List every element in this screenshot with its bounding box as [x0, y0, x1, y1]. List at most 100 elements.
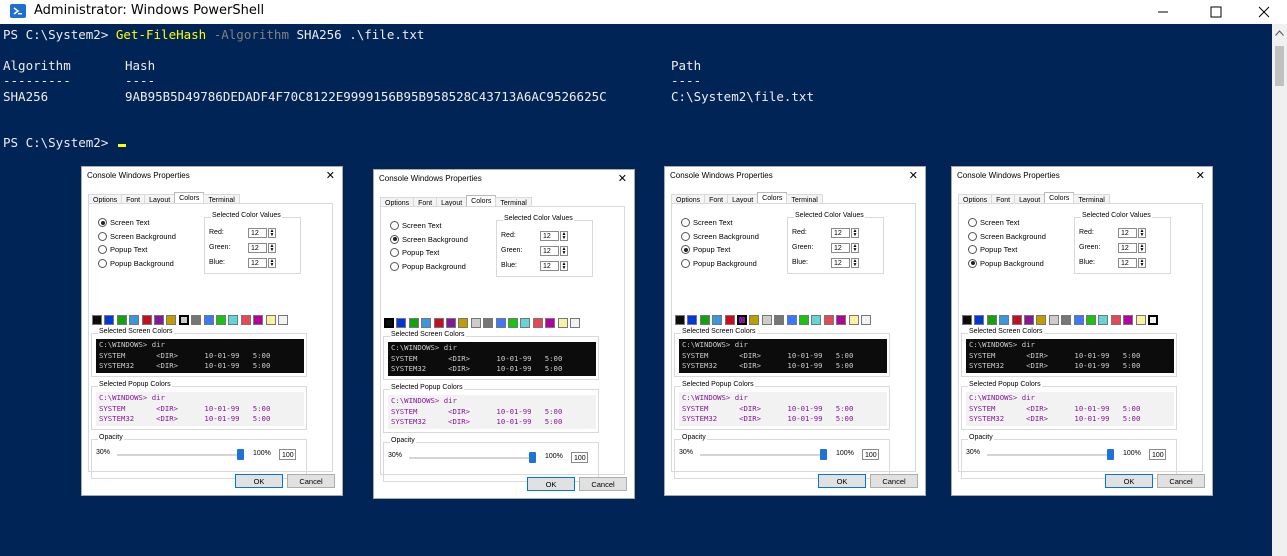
color-swatch[interactable]	[228, 315, 239, 325]
close-button[interactable]	[1241, 0, 1287, 24]
color-swatch[interactable]	[495, 318, 506, 328]
color-swatch[interactable]	[1098, 315, 1109, 325]
radio-button[interactable]	[968, 218, 977, 228]
rgb-spinner[interactable]: ▲ ▼	[851, 243, 859, 253]
rgb-spinner[interactable]: ▲ ▼	[851, 228, 859, 238]
rgb-spinner[interactable]: ▲ ▼	[851, 258, 859, 268]
color-swatch[interactable]	[848, 315, 859, 325]
radio-button[interactable]	[98, 258, 107, 268]
opacity-slider-thumb[interactable]	[820, 449, 827, 460]
radio-screen-text[interactable]: Screen Text	[98, 216, 176, 230]
color-swatch[interactable]	[962, 315, 972, 325]
radio-screen-background[interactable]: Screen Background	[681, 230, 759, 244]
ok-button[interactable]: OK	[235, 474, 283, 488]
color-swatch[interactable]	[724, 315, 735, 325]
radio-button[interactable]	[98, 218, 107, 228]
radio-popup-text[interactable]: Popup Text	[681, 243, 759, 257]
color-swatch[interactable]	[986, 315, 997, 325]
color-swatch[interactable]	[1011, 315, 1022, 325]
rgb-value-input[interactable]: 12	[1118, 243, 1137, 253]
maximize-button[interactable]	[1193, 0, 1239, 24]
color-swatch[interactable]	[1048, 315, 1059, 325]
opacity-slider-track[interactable]	[409, 457, 533, 459]
dialog-close-icon[interactable]: ✕	[909, 169, 918, 182]
color-swatch[interactable]	[1024, 315, 1034, 325]
ok-button[interactable]: OK	[818, 474, 866, 488]
cancel-button[interactable]: Cancel	[870, 474, 918, 488]
dialog-close-icon[interactable]: ✕	[326, 169, 335, 182]
color-swatch[interactable]	[240, 315, 251, 325]
color-swatch[interactable]	[761, 315, 772, 325]
color-swatch[interactable]	[129, 315, 140, 325]
color-swatch[interactable]	[1148, 315, 1158, 325]
color-swatch[interactable]	[191, 315, 202, 325]
rgb-spinner[interactable]: ▲ ▼	[560, 246, 568, 256]
color-swatch[interactable]	[178, 315, 189, 325]
color-swatch[interactable]	[974, 315, 985, 325]
radio-button[interactable]	[390, 234, 399, 244]
color-swatch[interactable]	[799, 315, 809, 325]
rgb-value-input[interactable]: 12	[248, 258, 267, 268]
rgb-spinner[interactable]: ▲ ▼	[560, 261, 568, 271]
color-swatch[interactable]	[532, 318, 543, 328]
color-swatch[interactable]	[1086, 315, 1096, 325]
color-swatch[interactable]	[749, 315, 760, 325]
ok-button[interactable]: OK	[527, 477, 575, 491]
minimize-button[interactable]	[1140, 0, 1186, 24]
color-swatch[interactable]	[737, 315, 747, 325]
color-swatch[interactable]	[458, 318, 469, 328]
color-swatch[interactable]	[278, 315, 288, 325]
radio-button[interactable]	[968, 231, 977, 241]
radio-button[interactable]	[681, 258, 690, 268]
radio-screen-text[interactable]: Screen Text	[681, 216, 759, 230]
radio-popup-text[interactable]: Popup Text	[968, 243, 1046, 257]
dialog-close-icon[interactable]: ✕	[1196, 169, 1205, 182]
color-swatch[interactable]	[557, 318, 568, 328]
rgb-spinner[interactable]: ▲ ▼	[1138, 243, 1146, 253]
dialog-close-icon[interactable]: ✕	[618, 172, 627, 185]
color-swatch[interactable]	[999, 315, 1010, 325]
color-swatch[interactable]	[774, 315, 785, 325]
radio-popup-text[interactable]: Popup Text	[98, 243, 176, 257]
color-swatch[interactable]	[104, 315, 115, 325]
color-swatch[interactable]	[166, 315, 177, 325]
radio-popup-background[interactable]: Popup Background	[968, 257, 1046, 271]
radio-screen-text[interactable]: Screen Text	[390, 219, 468, 233]
rgb-value-input[interactable]: 12	[540, 231, 559, 241]
color-swatch[interactable]	[433, 318, 444, 328]
cancel-button[interactable]: Cancel	[579, 477, 627, 491]
color-swatch[interactable]	[265, 315, 276, 325]
radio-popup-background[interactable]: Popup Background	[98, 257, 176, 271]
radio-button[interactable]	[98, 231, 107, 241]
rgb-value-input[interactable]: 12	[831, 258, 850, 268]
color-swatch[interactable]	[384, 318, 394, 328]
vertical-scrollbar[interactable]	[1272, 24, 1287, 556]
rgb-spinner[interactable]: ▲ ▼	[1138, 228, 1146, 238]
color-swatch[interactable]	[396, 318, 407, 328]
color-swatch[interactable]	[786, 315, 797, 325]
color-swatch[interactable]	[203, 315, 214, 325]
cancel-button[interactable]: Cancel	[1157, 474, 1205, 488]
rgb-spinner[interactable]: ▲ ▼	[268, 258, 276, 268]
color-swatch[interactable]	[253, 315, 264, 325]
rgb-spinner[interactable]: ▲ ▼	[1138, 258, 1146, 268]
color-swatch[interactable]	[687, 315, 698, 325]
color-swatch[interactable]	[836, 315, 847, 325]
radio-button[interactable]	[968, 258, 977, 268]
color-swatch[interactable]	[675, 315, 685, 325]
color-swatch[interactable]	[699, 315, 710, 325]
color-swatch[interactable]	[1135, 315, 1146, 325]
color-swatch[interactable]	[1073, 315, 1084, 325]
color-swatch[interactable]	[520, 318, 531, 328]
radio-popup-text[interactable]: Popup Text	[390, 246, 468, 260]
scroll-up-icon[interactable]	[1275, 30, 1284, 36]
color-swatch[interactable]	[446, 318, 456, 328]
opacity-value-input[interactable]: 100	[862, 449, 879, 460]
color-swatch[interactable]	[1123, 315, 1134, 325]
radio-screen-text[interactable]: Screen Text	[968, 216, 1046, 230]
opacity-slider-thumb[interactable]	[1107, 449, 1114, 460]
opacity-value-input[interactable]: 100	[279, 449, 296, 460]
radio-button[interactable]	[968, 245, 977, 255]
color-swatch[interactable]	[154, 315, 164, 325]
color-swatch[interactable]	[141, 315, 152, 325]
